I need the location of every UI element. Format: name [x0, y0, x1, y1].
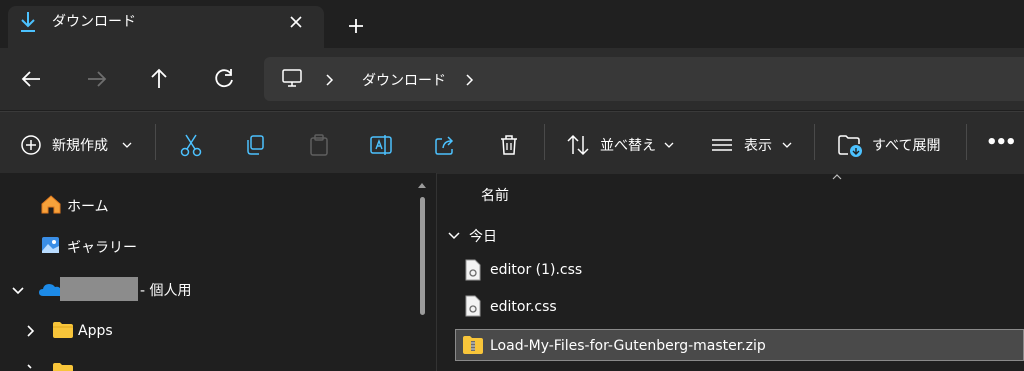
- sort-button[interactable]: 並べ替え: [600, 135, 656, 155]
- forward-icon[interactable]: [76, 59, 116, 99]
- chevron-down-icon[interactable]: [10, 282, 26, 298]
- close-icon[interactable]: [284, 10, 308, 34]
- folder-icon: [53, 322, 73, 338]
- copy-icon[interactable]: [240, 130, 270, 160]
- column-header-name[interactable]: 名前: [481, 185, 509, 205]
- sort-caret-icon: [832, 174, 842, 180]
- css-file-icon: [465, 259, 481, 281]
- new-button[interactable]: 新規作成: [52, 135, 108, 155]
- share-icon[interactable]: [430, 130, 460, 160]
- extract-all-button[interactable]: すべて展開: [872, 135, 940, 155]
- chevron-right-icon[interactable]: [22, 323, 38, 339]
- scrollbar-thumb[interactable]: [420, 197, 425, 315]
- view-icon: [712, 139, 732, 151]
- sidebar-item-onedrive[interactable]: - 個人用: [140, 280, 192, 300]
- cut-icon[interactable]: [176, 130, 206, 160]
- back-icon[interactable]: [12, 59, 52, 99]
- download-icon: [21, 12, 35, 32]
- chevron-right-icon[interactable]: [322, 70, 338, 90]
- more-options-button[interactable]: •••: [986, 132, 1016, 153]
- separator: [814, 124, 815, 160]
- chevron-right-icon[interactable]: [22, 362, 38, 371]
- sort-icon: [567, 134, 589, 156]
- chevron-down-icon: [122, 142, 132, 148]
- file-item[interactable]: editor (1).css: [490, 262, 582, 278]
- home-icon: [41, 195, 61, 214]
- rename-icon[interactable]: [366, 130, 396, 160]
- extract-all-icon: [838, 135, 862, 157]
- tab-title: ダウンロード: [52, 14, 136, 30]
- refresh-icon[interactable]: [204, 59, 244, 99]
- paste-icon[interactable]: [304, 130, 334, 160]
- chevron-down-icon: [664, 142, 674, 148]
- navigation-pane: [0, 173, 436, 371]
- css-file-icon: [465, 295, 481, 317]
- sidebar-item-apps[interactable]: Apps: [78, 323, 113, 339]
- file-item[interactable]: editor.css: [490, 299, 557, 315]
- pane-divider[interactable]: [436, 173, 437, 371]
- sidebar-item-gallery[interactable]: ギャラリー: [67, 237, 137, 257]
- add-tab-icon[interactable]: [342, 12, 370, 40]
- group-header-today[interactable]: 今日: [469, 226, 497, 246]
- chevron-down-icon: [782, 142, 792, 148]
- file-item[interactable]: Load-My-Files-for-Gutenberg-master.zip: [490, 338, 766, 354]
- up-icon[interactable]: [139, 59, 179, 99]
- zip-folder-icon: [463, 336, 483, 354]
- delete-icon[interactable]: [494, 130, 524, 160]
- redacted-account-name: [60, 277, 138, 301]
- sidebar-item-home[interactable]: ホーム: [67, 196, 109, 216]
- separator: [544, 124, 545, 160]
- breadcrumb-downloads[interactable]: ダウンロード: [362, 70, 446, 90]
- separator: [966, 124, 967, 160]
- scroll-up-icon[interactable]: [416, 180, 428, 190]
- separator: [155, 124, 156, 160]
- computer-icon: [282, 69, 302, 87]
- plus-circle-icon: [21, 135, 41, 155]
- gallery-icon: [42, 237, 59, 253]
- chevron-right-icon[interactable]: [462, 70, 478, 90]
- folder-icon: [53, 363, 73, 371]
- chevron-down-icon[interactable]: [446, 227, 462, 243]
- view-button[interactable]: 表示: [744, 135, 772, 155]
